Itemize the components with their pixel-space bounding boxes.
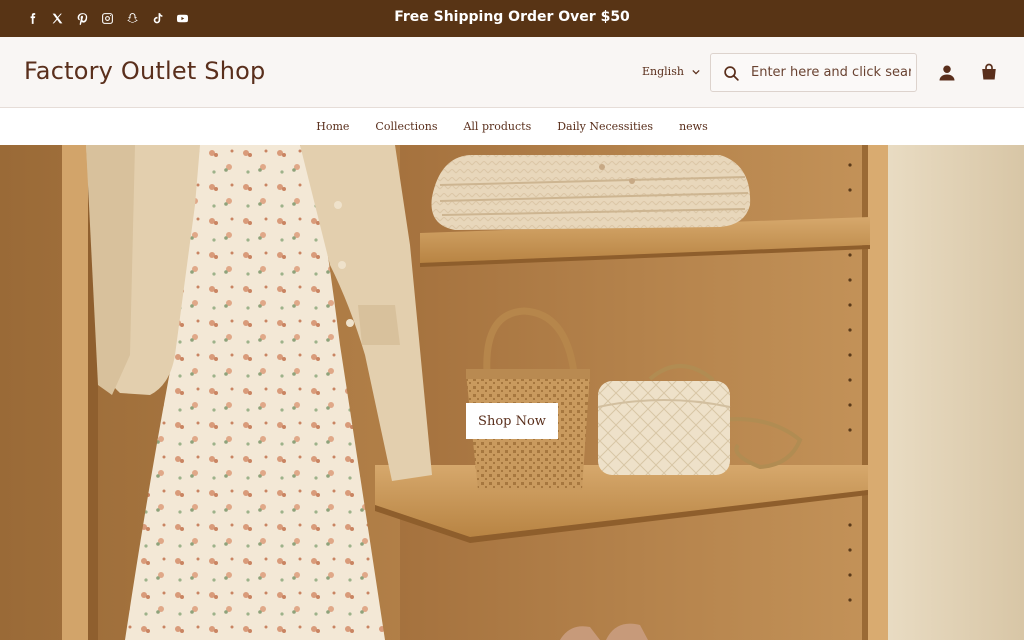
nav-item-all-products[interactable]: All products [463, 120, 531, 133]
store-logo[interactable]: Factory Outlet Shop [24, 57, 265, 85]
nav-item-home[interactable]: Home [316, 120, 349, 133]
hero-image [0, 145, 1024, 640]
account-icon[interactable] [938, 64, 956, 82]
site-header: Factory Outlet Shop English [0, 37, 1024, 108]
main-nav: Home Collections All products Daily Nece… [0, 108, 1024, 145]
search-input[interactable] [751, 54, 911, 91]
announcement-text: Free Shipping Order Over $50 [394, 9, 630, 25]
search-box[interactable] [710, 53, 917, 92]
announcement-bar: Free Shipping Order Over $50 [0, 0, 1024, 37]
hero-banner: Shop Now [0, 145, 1024, 640]
shop-now-button[interactable]: Shop Now [466, 403, 558, 439]
search-icon[interactable] [723, 65, 740, 82]
chevron-down-icon [692, 69, 700, 74]
cart-icon[interactable] [980, 63, 998, 81]
language-label: English [642, 65, 684, 78]
nav-item-daily-necessities[interactable]: Daily Necessities [557, 120, 653, 133]
nav-item-collections[interactable]: Collections [375, 120, 437, 133]
nav-item-news[interactable]: news [679, 120, 708, 133]
language-selector[interactable]: English [642, 65, 700, 78]
